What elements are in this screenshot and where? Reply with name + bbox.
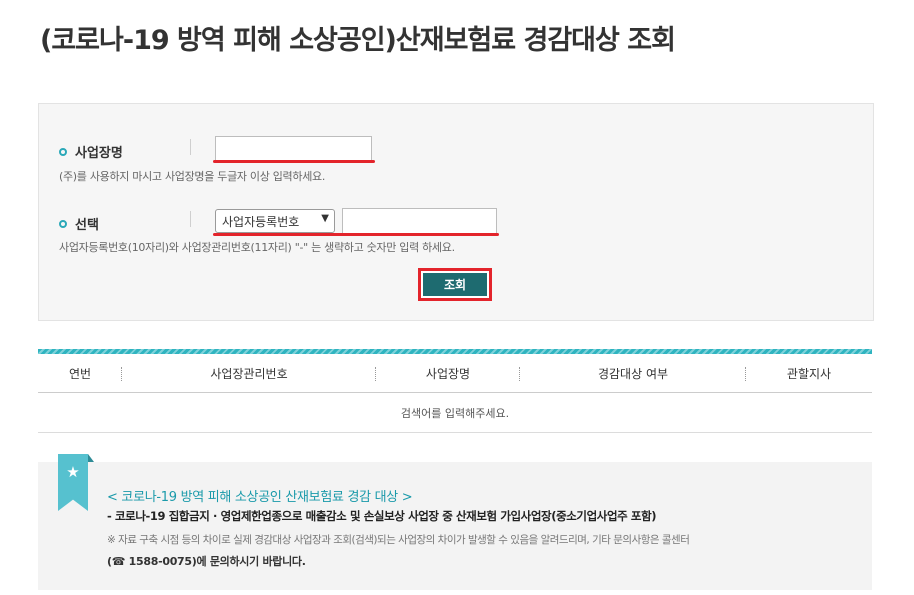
business-name-hint: (주)를 사용하지 마시고 사업장명을 두글자 이상 입력하세요. bbox=[59, 170, 326, 183]
ribbon-badge: ★ bbox=[58, 454, 88, 511]
star-icon: ★ bbox=[66, 463, 80, 481]
empty-message: 검색어를 입력해주세요. bbox=[38, 392, 872, 433]
notice-title: < 코로나-19 방역 피해 소상공인 산재보험료 경감 대상 > bbox=[107, 490, 413, 505]
id-number-input[interactable] bbox=[342, 208, 497, 234]
notice-box: ★ < 코로나-19 방역 피해 소상공인 산재보험료 경감 대상 > - 코로… bbox=[38, 454, 872, 590]
search-button-highlight: 조회 bbox=[418, 268, 492, 301]
highlight-underline bbox=[213, 160, 375, 163]
notice-line: (☎ 1588-0075)에 문의하시기 바랍니다. bbox=[107, 555, 306, 568]
label-divider bbox=[190, 139, 191, 155]
column-header: 사업장관리번호 bbox=[122, 354, 376, 393]
notice-line: - 코로나-19 집합금지 · 영업제한업종으로 매출감소 및 손실보상 사업장… bbox=[107, 509, 657, 523]
page-title: (코로나-19 방역 피해 소상공인)산재보험료 경감대상 조회 bbox=[40, 25, 676, 56]
id-type-select-value: 사업자등록번호 bbox=[222, 215, 300, 229]
chevron-down-icon: ▼ bbox=[321, 213, 329, 224]
business-name-label: 사업장명 bbox=[59, 142, 123, 161]
selection-label: 선택 bbox=[59, 214, 99, 233]
column-header: 관할지사 bbox=[746, 354, 872, 393]
ribbon-fold bbox=[88, 454, 94, 462]
bullet-icon bbox=[59, 219, 67, 228]
notice-line: ※ 자료 구축 시점 등의 차이로 실제 경감대상 사업장과 조회(검색)되는 … bbox=[107, 534, 690, 546]
id-type-select[interactable]: 사업자등록번호 ▼ bbox=[215, 209, 335, 233]
table-row: 검색어를 입력해주세요. bbox=[38, 392, 872, 433]
selection-hint: 사업자등록번호(10자리)와 사업장관리번호(11자리) "-" 는 생략하고 … bbox=[59, 241, 455, 254]
business-name-input[interactable] bbox=[215, 136, 372, 162]
search-form: 사업장명 (주)를 사용하지 마시고 사업장명을 두글자 이상 입력하세요. 선… bbox=[38, 103, 874, 321]
bullet-icon bbox=[59, 147, 67, 156]
search-button[interactable]: 조회 bbox=[423, 273, 487, 296]
table-header-row: 연번 사업장관리번호 사업장명 경감대상 여부 관할지사 bbox=[38, 354, 872, 393]
column-header: 연번 bbox=[38, 354, 122, 393]
column-header: 경감대상 여부 bbox=[520, 354, 746, 393]
column-header: 사업장명 bbox=[376, 354, 520, 393]
highlight-underline bbox=[213, 233, 499, 236]
label-divider bbox=[190, 211, 191, 227]
results-table: 연번 사업장관리번호 사업장명 경감대상 여부 관할지사 검색어를 입력해주세요… bbox=[38, 349, 872, 433]
